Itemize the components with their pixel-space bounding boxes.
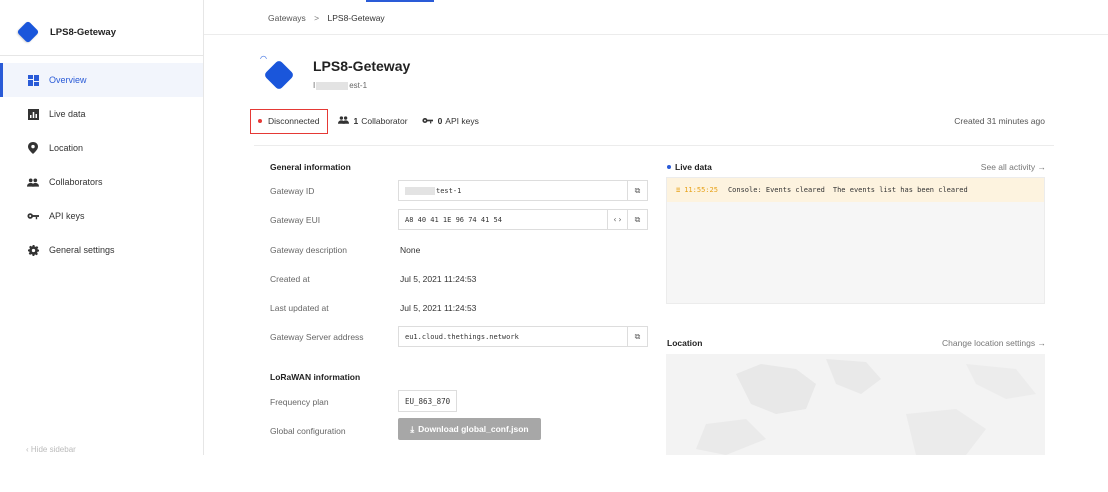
breadcrumb: Gateways > LPS8-Geteway [268,13,385,23]
see-all-activity-link[interactable]: See all activity → [981,162,1046,172]
event-list-icon: ≡ [676,186,681,194]
location-title: Location [667,338,703,348]
copy-icon: ⧉ [634,185,641,195]
sidebar-item-overview[interactable]: Overview [0,63,203,97]
event-message: The events list has been cleared [832,186,968,194]
bar-chart-icon [27,108,39,120]
gateway-eui-label: Gateway EUI [270,215,321,225]
frequency-plan-value: EU_863_870 [398,390,458,412]
gateway-eui-field: A8 40 41 1E 96 74 41 54 ‹› ⧉ [398,209,648,230]
change-location-settings-link[interactable]: Change location settings → [942,338,1046,348]
sidebar-item-label: Live data [49,109,86,119]
people-icon [337,116,349,126]
overview-grid-icon [27,74,39,86]
map-landmass [666,354,1045,455]
copy-server-address-button[interactable]: ⧉ [627,327,647,346]
last-updated-label: Last updated at [270,303,329,313]
sidebar-header: LPS8-Geteway [16,20,116,44]
code-brackets-icon: ‹› [612,215,623,224]
live-data-title: Live data [667,162,712,172]
frequency-plan-label: Frequency plan [270,397,329,407]
collaborators-count[interactable]: 1 Collaborator [337,116,408,126]
breadcrumb-gateways[interactable]: Gateways [268,13,306,23]
download-icon: ⤓ [410,423,415,434]
api-keys-count[interactable]: 0 API keys [421,116,479,126]
gateway-id-label: Gateway ID [270,186,315,196]
sidebar-item-label: Overview [49,75,87,85]
copy-gateway-eui-button[interactable]: ⧉ [627,210,647,229]
live-data-panel: ≡ 11:55:25 Console: Events cleared The e… [666,177,1045,304]
event-row[interactable]: ≡ 11:55:25 Console: Events cleared The e… [667,178,1044,202]
breadcrumb-current: LPS8-Geteway [327,13,385,23]
event-time: 11:55:25 [684,186,718,194]
download-global-conf-button[interactable]: ⤓ Download global_conf.json [398,418,541,440]
gateway-description-label: Gateway description [270,245,348,255]
key-icon [421,116,433,126]
gateway-icon: ◠ [260,54,300,92]
server-address-label: Gateway Server address [270,332,364,342]
redacted-text [316,81,349,90]
last-updated-value: Jul 5, 2021 11:24:53 [400,303,477,313]
sidebar-divider [0,55,203,56]
sidebar-item-live-data[interactable]: Live data [0,97,203,131]
gateway-id-field: test-1 ⧉ [398,180,648,201]
people-icon [27,176,39,188]
sidebar-nav: Overview Live data Location Collaborator… [0,63,203,267]
location-pin-icon [27,142,39,154]
page-title: LPS8-Geteway [313,58,411,74]
sidebar-item-api-keys[interactable]: API keys [0,199,203,233]
sidebar-item-location[interactable]: Location [0,131,203,165]
gateway-logo-icon [16,20,40,44]
sidebar: LPS8-Geteway Overview Live data Location [0,0,204,455]
toggle-format-button[interactable]: ‹› [607,210,627,229]
created-at-label: Created at [270,274,310,284]
breadcrumb-separator: > [314,13,320,23]
sidebar-item-label: Location [49,143,84,153]
sidebar-item-label: API keys [49,211,85,221]
key-icon [27,210,39,222]
sidebar-item-label: General settings [49,245,115,255]
sidebar-item-collaborators[interactable]: Collaborators [0,165,203,199]
copy-icon: ⧉ [634,331,641,341]
sidebar-title: LPS8-Geteway [50,26,116,38]
gateway-id-subtitle: Iest-1 [313,81,368,90]
status-row: Disconnected 1 Collaborator 0 API keys C… [250,108,1054,134]
redacted-text [405,186,435,195]
location-map[interactable] [666,354,1045,455]
created-at-value: Jul 5, 2021 11:24:53 [400,274,477,284]
status-dot-icon [258,119,262,123]
top-divider [204,34,1108,35]
lorawan-info-title: LoRaWAN information [270,372,361,382]
live-dot-icon [667,165,671,169]
server-address-field: eu1.cloud.thethings.network ⧉ [398,326,648,347]
copy-icon: ⧉ [634,214,641,224]
active-tab-indicator [366,0,434,2]
global-config-label: Global configuration [270,426,346,436]
general-info-title: General information [270,162,351,172]
status-label: Disconnected [268,116,320,126]
section-divider [254,145,1054,146]
gear-icon [27,244,39,256]
sidebar-item-general-settings[interactable]: General settings [0,233,203,267]
sidebar-item-label: Collaborators [49,177,103,187]
signal-icon: ◠ [260,54,267,63]
event-type: Console: Events cleared [727,186,825,194]
hide-sidebar-button[interactable]: ‹ Hide sidebar [26,445,76,454]
created-time: Created 31 minutes ago [954,116,1045,126]
copy-gateway-id-button[interactable]: ⧉ [627,181,647,200]
gateway-description-value: None [400,245,421,255]
connection-status: Disconnected [250,108,328,134]
